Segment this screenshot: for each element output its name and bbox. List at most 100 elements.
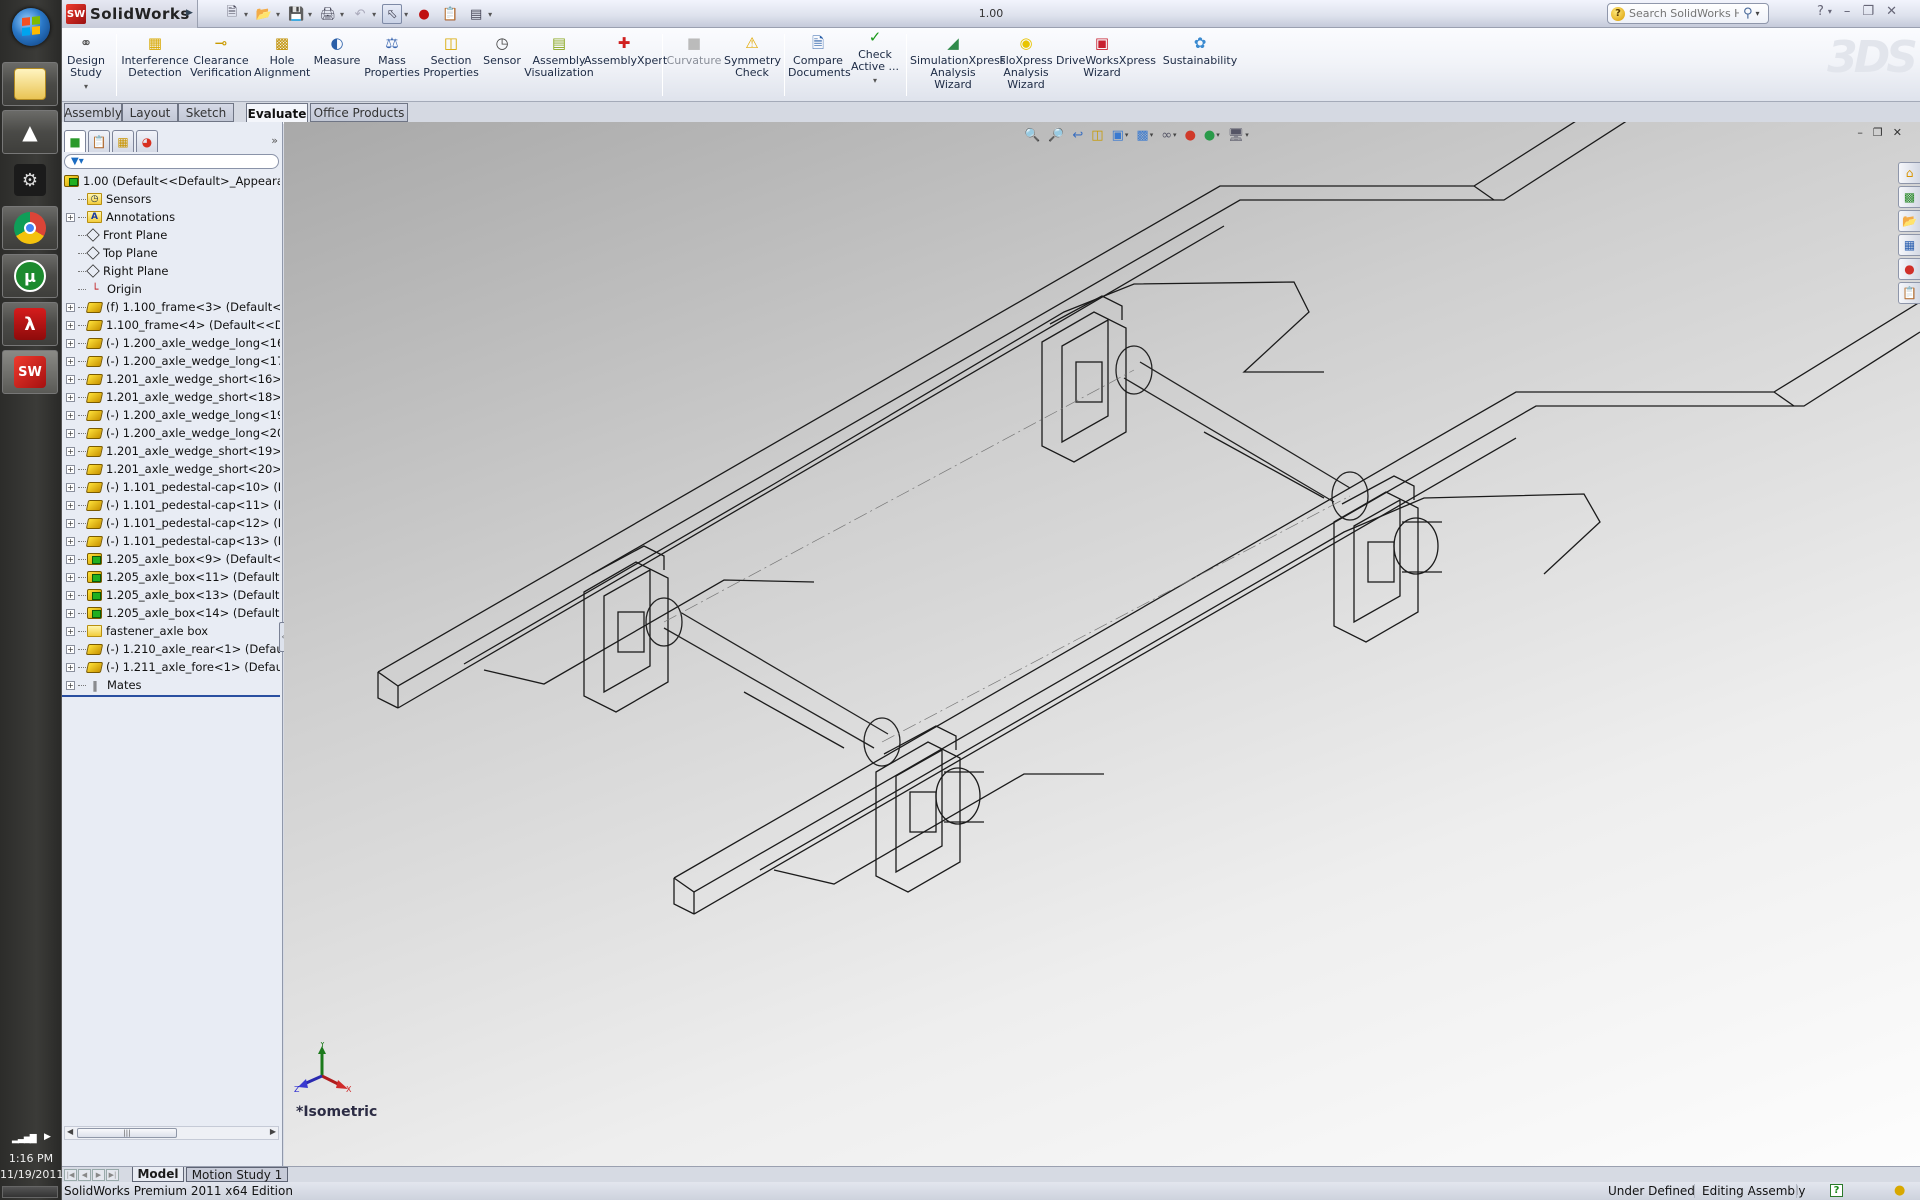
help-menu-icon[interactable]: ? [1817, 4, 1824, 19]
view-orientation-button[interactable]: ▣ ▾ [1112, 126, 1129, 144]
clock-time[interactable]: 1:16 PM [0, 1152, 62, 1165]
check-active-button[interactable]: ✓ Check Active ... ▾ [850, 28, 900, 87]
search-icon[interactable]: ⚲ [1743, 6, 1753, 21]
tree-node[interactable]: +1.201_axle_wedge_short<19> (Def [62, 442, 280, 460]
help-dropdown-icon[interactable]: ▾ [1828, 7, 1832, 19]
collapse-panel-icon[interactable]: » [271, 134, 278, 147]
tree-node[interactable]: Top Plane [62, 244, 280, 262]
file-properties-button[interactable]: 📋 [440, 4, 460, 24]
expand-icon[interactable]: + [66, 446, 75, 456]
tree-node[interactable]: +1.100_frame<4> (Default<<Defau [62, 316, 280, 334]
hole-alignment-button[interactable]: ▩ Hole Alignment [254, 34, 310, 79]
measure-button[interactable]: ◐ Measure [312, 34, 362, 67]
task-pane-appearances[interactable]: ● [1898, 258, 1920, 280]
expand-icon[interactable]: + [66, 464, 75, 474]
scroll-left-icon[interactable]: ◀ [67, 1127, 73, 1136]
next-tab-icon[interactable]: ▶ [92, 1169, 105, 1181]
configurationmanager-tab[interactable]: ▦ [112, 130, 134, 152]
tag-icon[interactable]: ● [1894, 1183, 1905, 1198]
quick-tips-help-icon[interactable]: ? [1830, 1184, 1843, 1197]
undo-dropdown-icon[interactable]: ▾ [372, 10, 376, 19]
expand-icon[interactable]: + [66, 608, 75, 618]
expand-icon[interactable]: + [66, 302, 75, 312]
tree-node[interactable]: +1.201_axle_wedge_short<16> (Def [62, 370, 280, 388]
tree-node[interactable]: + (-) 1.101_pedestal-cap<10> (Defa [62, 478, 280, 496]
scroll-right-icon[interactable]: ▶ [270, 1127, 276, 1136]
options-button[interactable]: ▤ [466, 4, 486, 24]
expand-icon[interactable]: + [66, 482, 75, 492]
expand-icon[interactable]: + [66, 518, 75, 528]
check-active-dropdown-icon[interactable]: ▾ [850, 75, 900, 87]
help-search-input[interactable] [1629, 7, 1739, 20]
expand-icon[interactable]: + [66, 374, 75, 384]
tree-filter-input[interactable]: ▼▾ [64, 154, 279, 169]
first-tab-icon[interactable]: |◀ [64, 1169, 77, 1181]
driveworksxpress-button[interactable]: ▣ DriveWorksXpress Wizard [1056, 34, 1156, 79]
featuremanager-tab[interactable]: ■ [64, 130, 86, 152]
graphics-area[interactable]: 🔍 🔎 ↩ ◫ ▣ ▾ ▩ ▾ ∞ ▾ ● ● ▾ 🖥 ▾ – ❐ ✕ ⌂ ▩ 📂 ▦ ●… [284, 122, 1920, 1166]
apply-scene-button[interactable]: ● ▾ [1204, 126, 1220, 144]
tree-node[interactable]: + (-) 1.101_pedestal-cap<12> (Defa [62, 514, 280, 532]
tree-horizontal-scrollbar[interactable]: ◀ ||| ▶ [64, 1126, 279, 1140]
task-pane-custom-properties[interactable]: 📋 [1898, 282, 1920, 304]
start-button[interactable] [12, 8, 50, 46]
expand-icon[interactable]: + [66, 500, 75, 510]
save-dropdown-icon[interactable]: ▾ [308, 10, 312, 19]
task-pane-file-explorer[interactable]: 📂 [1898, 210, 1920, 232]
show-hidden-icons-icon[interactable]: ▶ [44, 1132, 51, 1142]
curvature-button[interactable]: ■ Curvature [666, 34, 722, 67]
tab-motion-study-1[interactable]: Motion Study 1 [186, 1167, 288, 1182]
scroll-thumb[interactable]: ||| [77, 1128, 177, 1138]
tab-assembly[interactable]: Assembly [64, 103, 122, 122]
view-settings-button[interactable]: 🖥 ▾ [1228, 126, 1249, 144]
open-button[interactable]: 📂 [254, 4, 274, 24]
tree-node[interactable]: + (-) 1.200_axle_wedge_long<17> (D [62, 352, 280, 370]
taskbar-chrome[interactable] [2, 206, 58, 250]
expand-icon[interactable]: + [66, 410, 75, 420]
previous-view-button[interactable]: ↩ [1072, 126, 1083, 144]
sustainability-button[interactable]: ✿ Sustainability [1162, 34, 1238, 67]
display-style-button[interactable]: ▩ ▾ [1136, 126, 1153, 144]
restore-icon[interactable]: ❐ [1862, 4, 1874, 19]
tab-layout[interactable]: Layout [122, 103, 178, 122]
symmetry-check-button[interactable]: ⚠ Symmetry Check [724, 34, 781, 79]
tab-sketch[interactable]: Sketch [178, 103, 234, 122]
taskbar-windows-explorer[interactable] [2, 62, 58, 106]
close-icon[interactable]: ✕ [1886, 4, 1897, 19]
hide-show-dropdown-icon[interactable]: ▾ [1173, 131, 1177, 139]
select-button[interactable]: ⬁ [382, 4, 403, 24]
doc-minimize-icon[interactable]: – [1857, 126, 1863, 139]
tree-node[interactable]: +1.205_axle_box<11> (Default<<De [62, 568, 280, 586]
section-properties-button[interactable]: ◫ Section Properties [422, 34, 480, 79]
expand-icon[interactable]: + [66, 644, 75, 654]
taskbar-adobe-reader[interactable]: λ [2, 302, 58, 346]
print-button[interactable]: 🖨 [318, 4, 338, 24]
tree-node[interactable]: Right Plane [62, 262, 280, 280]
doc-restore-icon[interactable]: ❐ [1873, 126, 1883, 139]
expand-icon[interactable]: + [66, 428, 75, 438]
tree-node[interactable]: + (-) 1.101_pedestal-cap<11> (Defa [62, 496, 280, 514]
hide-show-items-button[interactable]: ∞ ▾ [1161, 126, 1176, 144]
assembly-model-view[interactable] [284, 122, 1920, 1166]
tree-node[interactable]: +1.205_axle_box<13> (Default<<De [62, 586, 280, 604]
assemblyxpert-button[interactable]: ✚ AssemblyXpert [584, 34, 667, 67]
tree-node[interactable]: + (-) 1.211_axle_fore<1> (Default<< [62, 658, 280, 676]
prev-tab-icon[interactable]: ◀ [78, 1169, 91, 1181]
tree-node[interactable]: Front Plane [62, 226, 280, 244]
tab-model[interactable]: Model [132, 1167, 184, 1182]
expand-icon[interactable]: + [66, 626, 75, 636]
tree-node[interactable]: └ Origin [62, 280, 280, 298]
task-pane-solidworks-resources[interactable]: ⌂ [1898, 162, 1920, 184]
tree-node[interactable]: + (-) 1.200_axle_wedge_long<20> (D [62, 424, 280, 442]
sensor-button[interactable]: ◷ Sensor [482, 34, 522, 67]
view-settings-dropdown-icon[interactable]: ▾ [1245, 131, 1249, 139]
minimize-icon[interactable]: – [1844, 4, 1851, 19]
taskbar-steam[interactable]: ⚙ [2, 158, 58, 202]
tree-node[interactable]: +1.205_axle_box<9> (Default<<Def [62, 550, 280, 568]
design-study-dropdown-icon[interactable]: ▾ [66, 81, 106, 93]
zoom-to-area-button[interactable]: 🔎 [1048, 126, 1064, 144]
view-orientation-dropdown-icon[interactable]: ▾ [1125, 131, 1129, 139]
tree-node[interactable]: + (-) 1.210_axle_rear<1> (Default<< [62, 640, 280, 658]
tree-root[interactable]: 1.00 (Default<<Default>_Appearance [62, 172, 280, 190]
expand-icon[interactable]: + [66, 536, 75, 546]
